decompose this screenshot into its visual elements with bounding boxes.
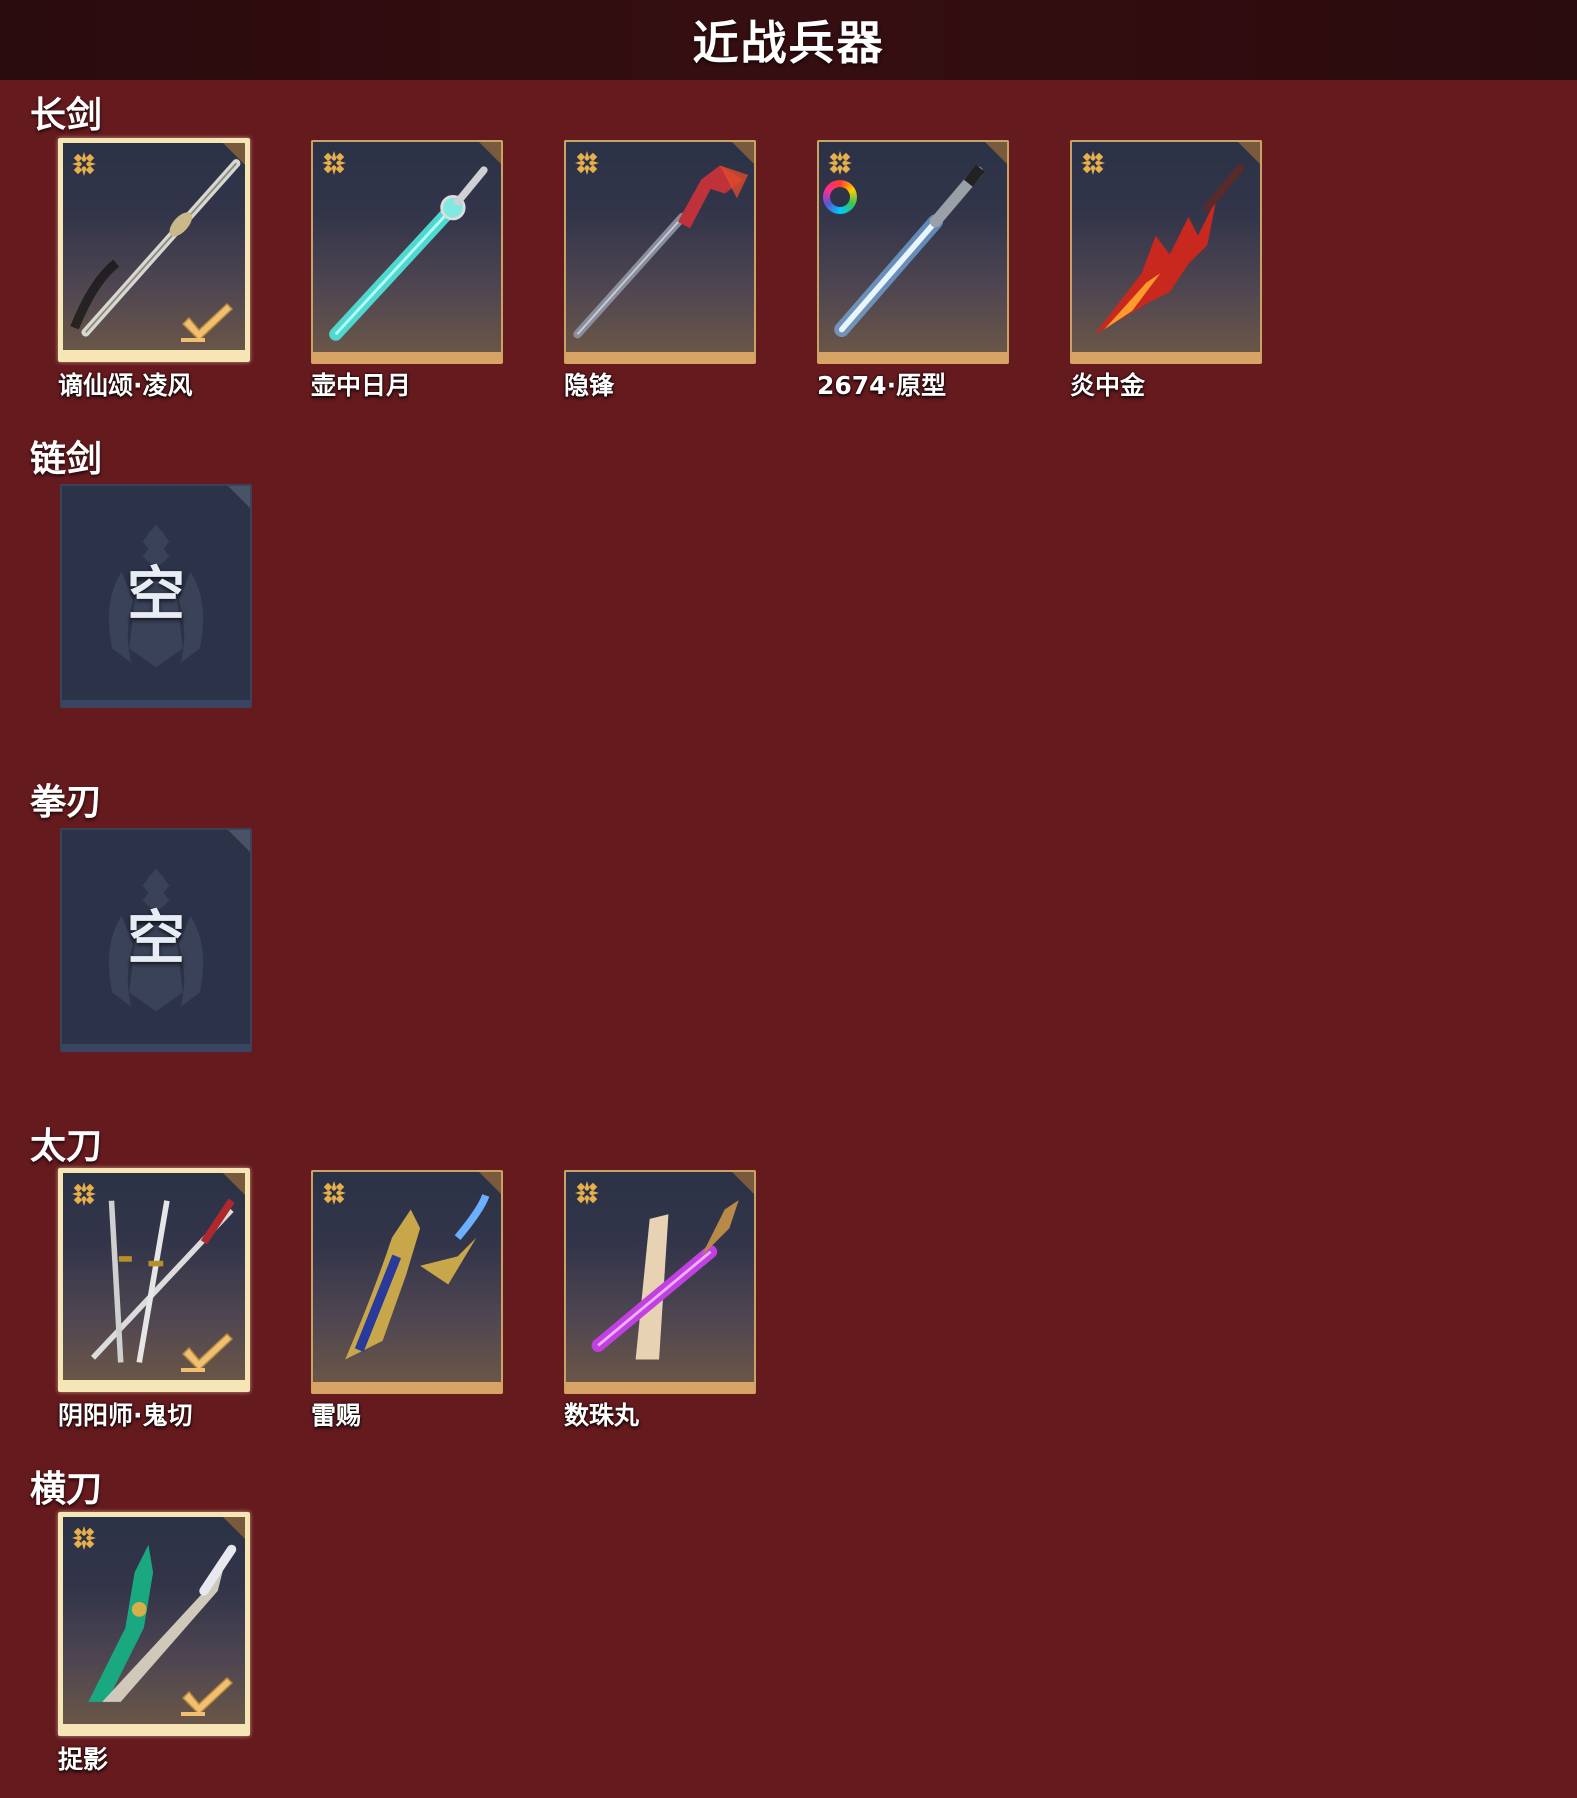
star-badge-icon (71, 151, 97, 177)
empty-slot-text: 空 (126, 560, 185, 628)
weapon-card[interactable] (564, 140, 756, 364)
corner-tab (732, 1172, 754, 1194)
weapon-name: 雷赐 (311, 1401, 362, 1430)
star-badge-icon (574, 150, 600, 176)
corner-tab (479, 1172, 501, 1194)
corner-tab (223, 1173, 245, 1195)
weapon-card[interactable] (564, 1170, 756, 1394)
corner-tab (223, 143, 245, 165)
section-label-fistblade: 拳刃 (30, 782, 103, 823)
empty-slot-text: 空 (126, 904, 185, 972)
weapon-card[interactable] (1070, 140, 1262, 364)
star-badge-icon (574, 1180, 600, 1206)
empty-slot-card[interactable]: 空 (60, 828, 252, 1052)
section-label-hengdao: 横刀 (30, 1469, 103, 1510)
weapon-name: 阴阳师·鬼切 (58, 1401, 193, 1430)
color-wheel-icon (823, 180, 857, 214)
weapon-card[interactable] (58, 138, 250, 362)
section-label-chainsword: 链剑 (30, 439, 103, 480)
star-badge-icon (71, 1181, 97, 1207)
page-header: 近战兵器 (0, 0, 1577, 80)
weapon-name: 隐锋 (564, 371, 615, 400)
weapon-name: 谪仙颂·凌风 (58, 371, 193, 400)
weapon-card[interactable] (311, 140, 503, 364)
weapon-card[interactable] (58, 1512, 250, 1736)
star-badge-icon (71, 1525, 97, 1551)
corner-tab (479, 142, 501, 164)
star-badge-icon (1080, 150, 1106, 176)
corner-tab (223, 1517, 245, 1539)
corner-tab (985, 142, 1007, 164)
star-badge-icon (321, 1180, 347, 1206)
weapon-name: 2674·原型 (817, 371, 947, 400)
page-title: 近战兵器 (692, 16, 885, 70)
star-badge-icon (321, 150, 347, 176)
star-badge-icon (827, 150, 853, 176)
weapon-name: 炎中金 (1070, 371, 1146, 400)
weapon-name: 捉影 (58, 1745, 109, 1774)
weapon-name: 壶中日月 (311, 371, 412, 400)
empty-slot-card[interactable]: 空 (60, 484, 252, 708)
section-label-longsword: 长剑 (30, 95, 103, 136)
checkmark-icon (179, 1330, 235, 1374)
weapon-card[interactable] (311, 1170, 503, 1394)
corner-tab (1238, 142, 1260, 164)
corner-tab (732, 142, 754, 164)
weapon-card[interactable] (817, 140, 1009, 364)
section-label-tachi: 太刀 (30, 1126, 103, 1167)
weapon-name: 数珠丸 (564, 1401, 640, 1430)
checkmark-icon (179, 1674, 235, 1718)
weapon-card[interactable] (58, 1168, 250, 1392)
checkmark-icon (179, 300, 235, 344)
